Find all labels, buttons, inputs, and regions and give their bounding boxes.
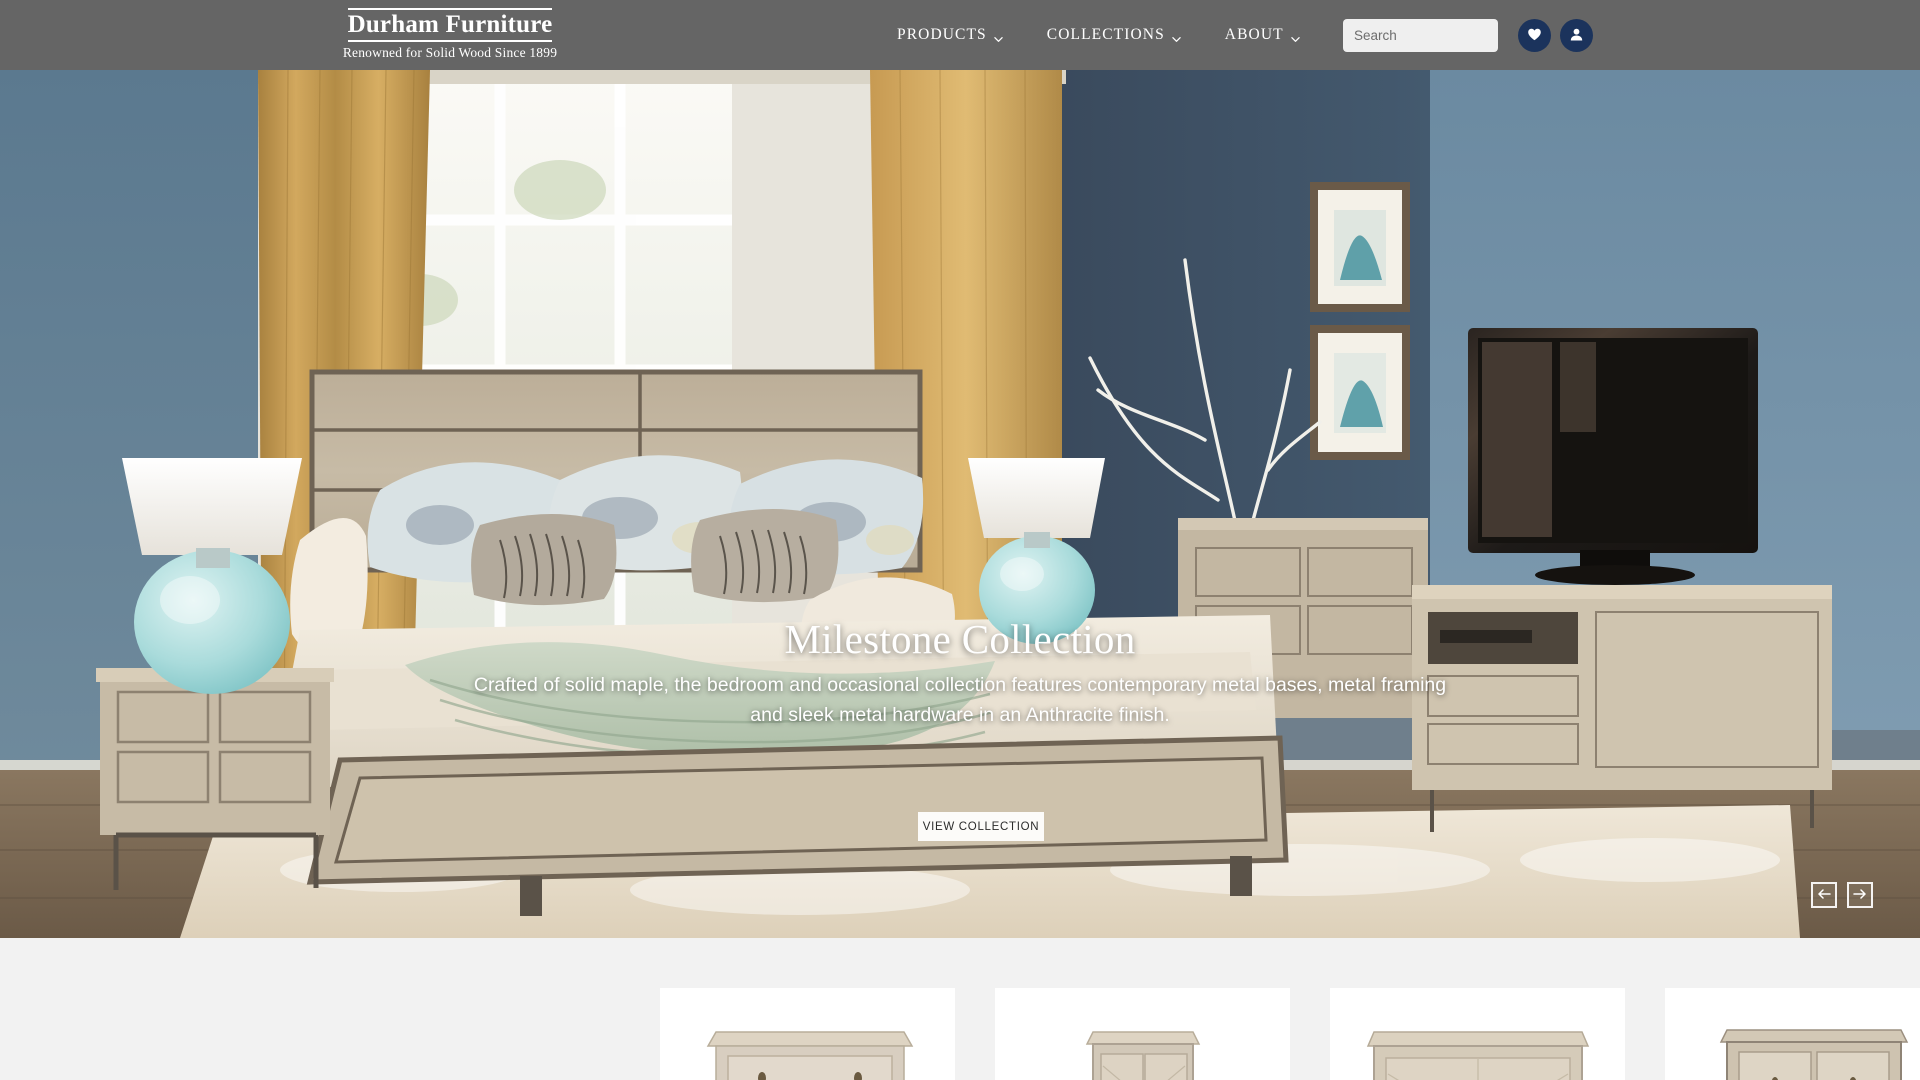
chevron-down-icon	[1290, 31, 1300, 42]
search-input[interactable]	[1354, 28, 1531, 43]
search-box[interactable]	[1343, 19, 1546, 52]
armoire-thumbnail	[995, 988, 1290, 1080]
product-card-headboard[interactable]	[1330, 988, 1625, 1080]
chest-thumbnail	[1665, 988, 1920, 1080]
view-collection-button[interactable]: VIEW COLLECTION	[918, 812, 1044, 841]
product-strip	[0, 938, 1920, 1080]
nav-item-collections[interactable]: COLLECTIONS	[1025, 0, 1203, 70]
nav-item-products[interactable]: PRODUCTS	[875, 0, 1025, 70]
chevron-down-icon	[994, 31, 1003, 42]
headboard-thumbnail	[1330, 988, 1625, 1080]
wishlist-button[interactable]	[1518, 19, 1551, 52]
arrow-right-icon	[1853, 888, 1867, 903]
arrow-left-icon	[1817, 888, 1831, 903]
product-card-dresser[interactable]	[660, 988, 955, 1080]
nav-label: PRODUCTS	[897, 26, 987, 43]
carousel-prev-button[interactable]	[1811, 882, 1837, 908]
hero-bedroom-image	[0, 70, 1920, 938]
product-card-list	[660, 988, 1920, 1080]
carousel-controls	[1811, 882, 1873, 908]
carousel-next-button[interactable]	[1847, 882, 1873, 908]
dresser-thumbnail	[660, 988, 955, 1080]
heart-icon	[1527, 27, 1542, 45]
site-logo[interactable]: Durham Furniture Renowned for Solid Wood…	[320, 8, 580, 60]
nav-label: COLLECTIONS	[1046, 26, 1165, 43]
site-header: Durham Furniture Renowned for Solid Wood…	[0, 0, 1920, 70]
nav-item-about[interactable]: ABOUT	[1203, 0, 1322, 70]
logo-tagline: Renowned for Solid Wood Since 1899	[342, 45, 558, 60]
hero-carousel: Milestone Collection Crafted of solid ma…	[0, 70, 1920, 938]
account-button[interactable]	[1560, 19, 1593, 52]
user-icon	[1569, 27, 1584, 45]
product-card-chest[interactable]	[1665, 988, 1920, 1080]
nav-label: ABOUT	[1224, 26, 1284, 43]
product-card-armoire[interactable]	[995, 988, 1290, 1080]
logo-title: Durham Furniture	[347, 8, 553, 42]
chevron-down-icon	[1172, 31, 1181, 42]
